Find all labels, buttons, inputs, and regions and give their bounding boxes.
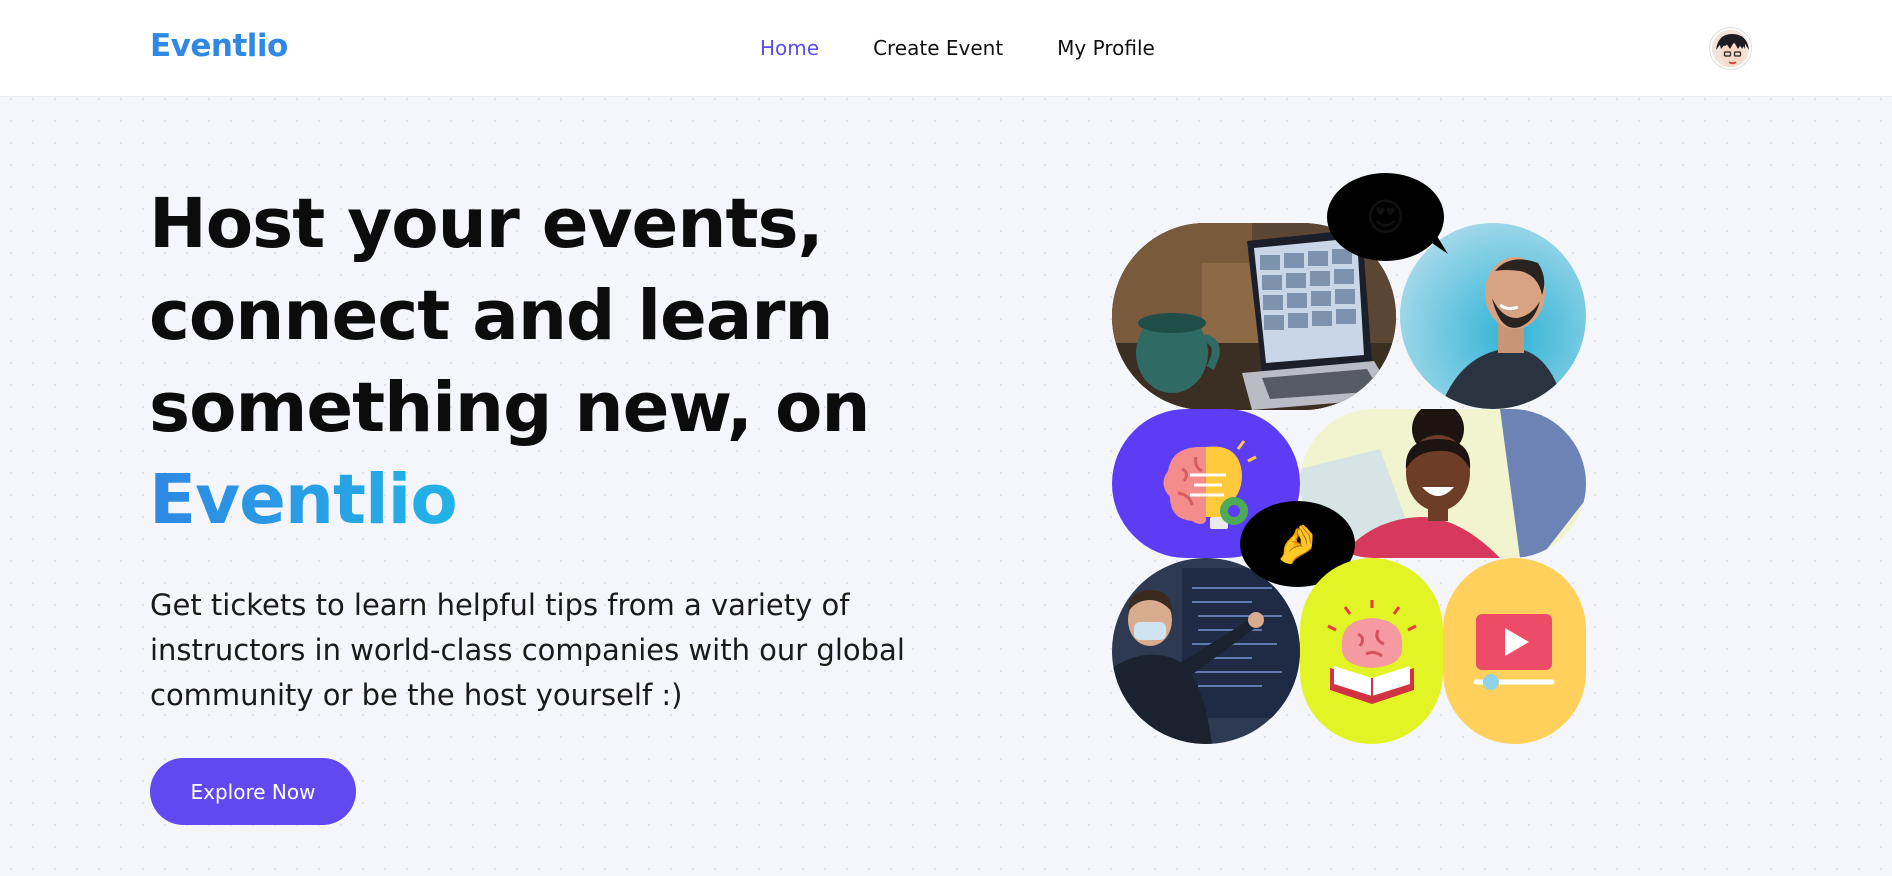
nav-link-home[interactable]: Home [760,36,819,60]
hero-title-line-3: something new, on [149,368,870,448]
video-play-icon [1473,614,1555,690]
hero-title: Host your events, connect and learn some… [149,178,949,546]
nav-links: Home Create Event My Profile [760,36,1155,60]
hero-title-line-1: Host your events, [149,184,824,264]
brand-logo[interactable]: Eventlio [150,28,288,64]
pinched-fingers-emoji: 🤌 [1273,522,1322,566]
hero-subtitle: Get tickets to learn helpful tips from a… [150,588,905,712]
heart-eyes-emoji: 😍 [1365,195,1406,239]
navbar: Eventlio Home Create Event My Profile [0,0,1892,97]
hero-title-line-2: connect and learn [149,276,834,356]
speech-bubble-tail [1410,228,1448,254]
hero-title-brand: Eventlio [149,460,458,540]
brain-book-tile [1300,558,1443,744]
brain-book-icon [1327,600,1417,704]
video-play-tile [1443,558,1586,744]
explore-now-button[interactable]: Explore Now [150,758,356,825]
avatar-icon [1712,30,1749,67]
nav-link-my-profile[interactable]: My Profile [1057,36,1155,60]
nav-link-create-event[interactable]: Create Event [873,36,1003,60]
user-avatar[interactable] [1710,28,1751,69]
presenter-photo [1112,558,1300,744]
